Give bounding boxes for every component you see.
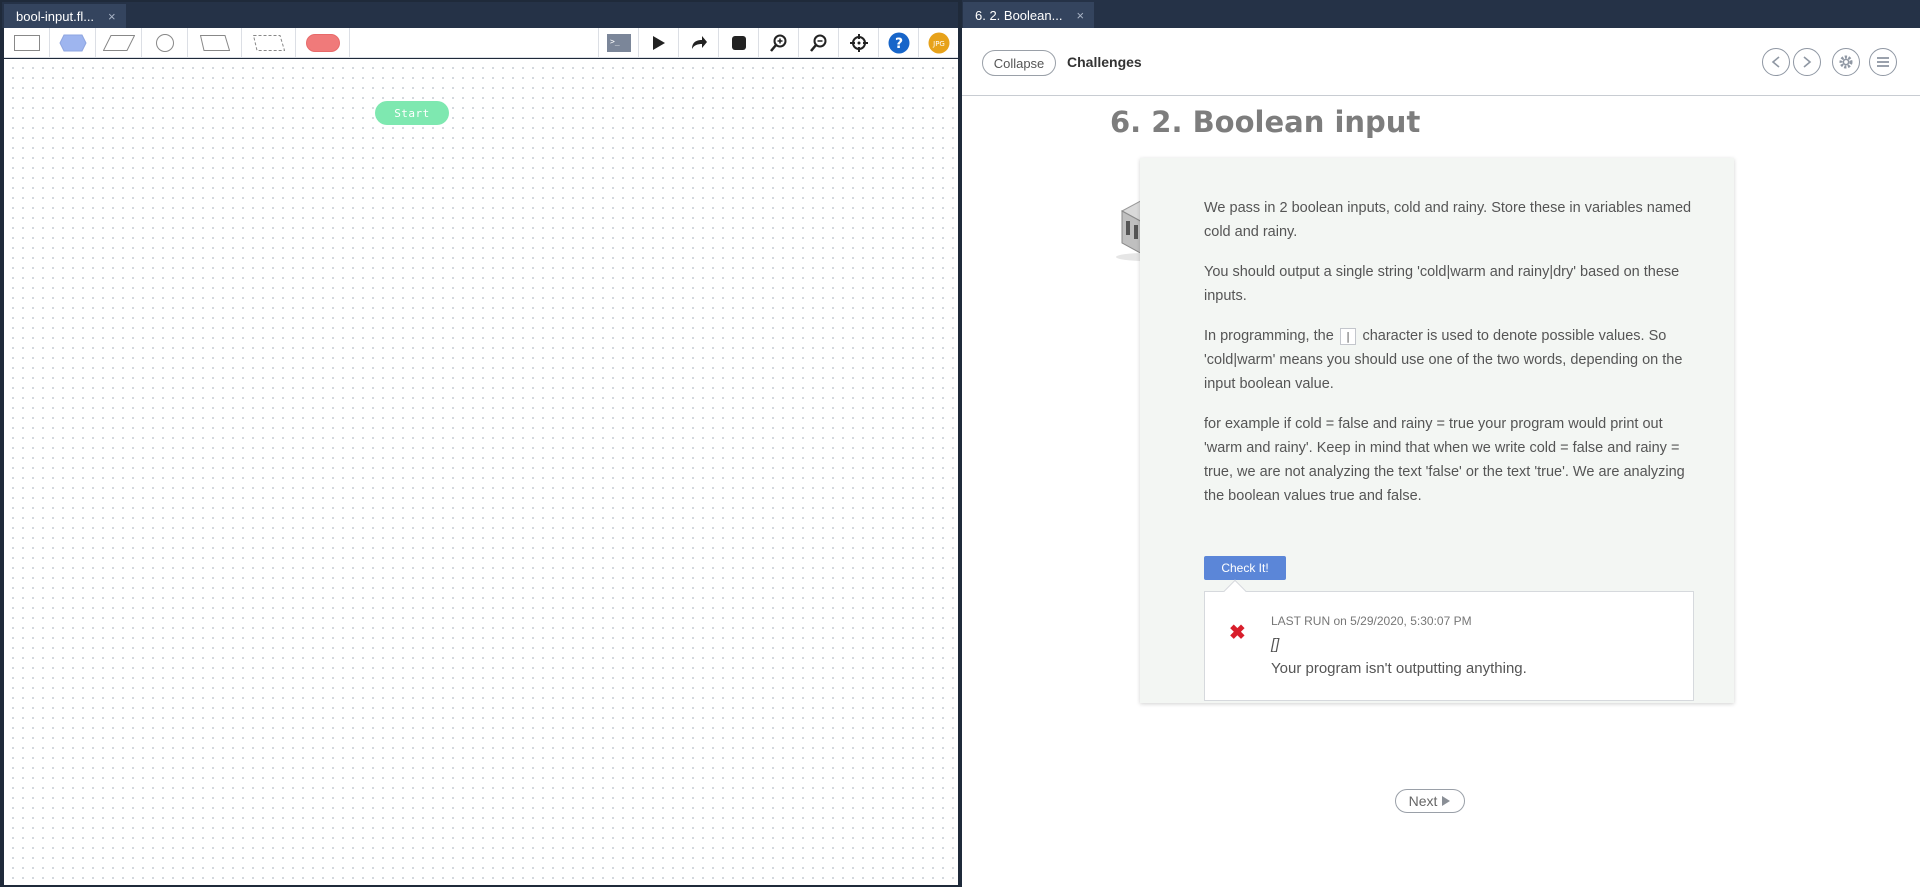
svg-text:>_: >_: [610, 37, 620, 46]
challenge-card: We pass in 2 boolean inputs, cold and ra…: [1140, 158, 1734, 703]
tab-flowchart-file[interactable]: bool-input.fl... ×: [4, 4, 126, 28]
desktop: bool-input.fl... × >_ ? JPG Start 6. 2. …: [0, 0, 1920, 887]
tab-label: bool-input.fl...: [16, 8, 95, 24]
run-button[interactable]: [638, 28, 678, 58]
manual-input-shape-button[interactable]: [188, 27, 242, 58]
stop-button[interactable]: [718, 28, 758, 58]
step-button[interactable]: [678, 28, 718, 58]
tab-challenge[interactable]: 6. 2. Boolean... ×: [963, 2, 1095, 28]
play-arrow-icon: [1442, 796, 1451, 806]
step-icon: [691, 36, 707, 49]
help-icon: ?: [888, 32, 909, 54]
challenge-window: 6. 2. Boolean... × Collapse Challenges 6…: [962, 0, 1920, 887]
paragraph-text: In programming, the: [1204, 328, 1334, 344]
center-icon: [849, 34, 868, 52]
menu-icon: [1877, 57, 1889, 67]
svg-text:?: ?: [894, 36, 902, 52]
terminal-icon: >_: [606, 34, 631, 52]
challenge-description: We pass in 2 boolean inputs, cold and ra…: [1204, 196, 1704, 524]
zoom-in-icon: [769, 34, 786, 52]
page-title: 6. 2. Boolean input: [1110, 105, 1421, 139]
error-x-icon: ✖: [1229, 622, 1246, 644]
zoom-in-button[interactable]: [758, 28, 798, 58]
connector-shape-button[interactable]: [142, 27, 188, 58]
prev-icon: [1771, 56, 1780, 68]
circle-icon: [155, 33, 174, 52]
help-button[interactable]: ?: [878, 28, 918, 58]
result-message: Your program isn't outputting anything.: [1271, 660, 1527, 677]
settings-button[interactable]: [1832, 48, 1860, 76]
menu-button[interactable]: [1869, 48, 1897, 76]
challenge-content: 6. 2. Boolean input We pass in 2 boolean…: [962, 97, 1920, 887]
flowchart-toolbar: >_ ? JPG: [4, 27, 958, 58]
result-output: []: [1271, 636, 1280, 653]
last-run-result: ✖ Last Run on 5/29/2020, 5:30:07 PM [] Y…: [1204, 579, 1694, 701]
svg-text:JPG: JPG: [932, 40, 945, 48]
right-tabbar: 6. 2. Boolean... ×: [962, 0, 1920, 28]
rectangle-icon: [13, 34, 40, 51]
next-icon: [1803, 56, 1812, 68]
next-button[interactable]: Next: [1395, 789, 1465, 813]
stop-icon: [731, 36, 746, 50]
tab-label: 6. 2. Boolean...: [975, 7, 1063, 23]
pipe-code: |: [1339, 328, 1357, 345]
result-pointer: [1223, 579, 1247, 603]
process-shape-button[interactable]: [4, 27, 50, 58]
header-title: Challenges: [1067, 54, 1142, 70]
user-button[interactable]: JPG: [918, 28, 958, 58]
console-button[interactable]: >_: [598, 28, 638, 58]
pill-icon: [305, 33, 340, 52]
prev-button[interactable]: [1762, 48, 1790, 76]
last-run-info: Last Run on 5/29/2020, 5:30:07 PM: [1271, 614, 1472, 628]
left-tabbar: bool-input.fl... ×: [2, 2, 958, 28]
trapezoid-icon: [199, 34, 230, 51]
play-icon: [652, 36, 665, 50]
settings-icon: [1839, 55, 1853, 69]
flowchart-window: bool-input.fl... × >_ ? JPG Start: [0, 0, 960, 887]
collapse-button[interactable]: Collapse: [982, 50, 1056, 76]
start-node[interactable]: Start: [375, 101, 449, 125]
dashed-shape-icon: [252, 34, 285, 51]
close-icon[interactable]: ×: [108, 9, 116, 24]
input-output-shape-button[interactable]: [96, 27, 142, 58]
last-run-time: on 5/29/2020, 5:30:07 PM: [1333, 614, 1472, 628]
toolbar-actions: >_ ? JPG: [598, 28, 958, 58]
last-run-label: Last Run: [1271, 614, 1331, 628]
description-paragraph: for example if cold = false and rainy = …: [1204, 416, 1685, 504]
description-paragraph: In programming, the | character is used …: [1204, 324, 1704, 396]
terminal-shape-button[interactable]: [296, 27, 350, 58]
next-nav-button[interactable]: [1793, 48, 1821, 76]
challenge-header: Collapse Challenges: [962, 28, 1920, 96]
flowchart-canvas[interactable]: Start: [4, 59, 958, 885]
check-it-button[interactable]: Check It!: [1204, 556, 1286, 580]
center-button[interactable]: [838, 28, 878, 58]
parallelogram-icon: [102, 34, 135, 51]
hexagon-icon: [58, 34, 87, 51]
predefined-shape-button[interactable]: [242, 27, 296, 58]
description-paragraph: We pass in 2 boolean inputs, cold and ra…: [1204, 200, 1692, 240]
zoom-out-icon: [809, 34, 826, 52]
decision-shape-button[interactable]: [50, 27, 96, 58]
zoom-out-button[interactable]: [798, 28, 838, 58]
description-paragraph: You should output a single string 'cold|…: [1204, 264, 1680, 304]
user-icon: JPG: [928, 32, 949, 54]
next-label: Next: [1408, 793, 1438, 809]
close-icon[interactable]: ×: [1076, 8, 1084, 23]
